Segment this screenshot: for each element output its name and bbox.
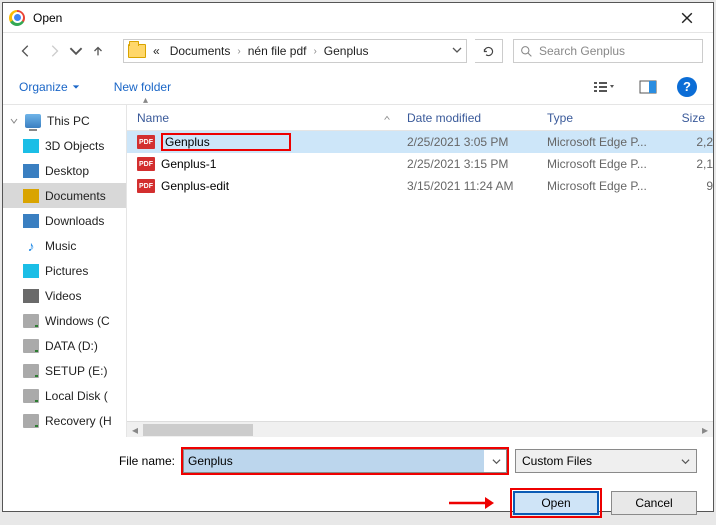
navbar: « Documents › nén file pdf › Genplus Sea…: [3, 33, 713, 69]
pc-icon: [25, 114, 41, 128]
chevron-right-icon: ›: [237, 46, 240, 57]
view-mode-button[interactable]: [589, 76, 619, 98]
documents-icon: [23, 189, 39, 203]
forward-button[interactable]: [41, 38, 67, 64]
preview-pane-button[interactable]: [633, 76, 663, 98]
file-name: Genplus-1: [161, 157, 407, 171]
breadcrumb-item[interactable]: Documents: [167, 44, 234, 58]
sidebar-this-pc[interactable]: This PC: [3, 108, 126, 133]
organize-menu[interactable]: Organize: [19, 80, 80, 94]
filename-input[interactable]: [183, 449, 507, 473]
videos-icon: [23, 289, 39, 303]
file-date: 2/25/2021 3:05 PM: [407, 135, 547, 149]
chevron-down-icon: [681, 457, 690, 466]
pictures-icon: [23, 264, 39, 278]
sidebar-item-music[interactable]: ♪Music: [3, 233, 126, 258]
sidebar-item-drive-local[interactable]: Local Disk (: [3, 383, 126, 408]
sidebar-item-drive-e[interactable]: SETUP (E:): [3, 358, 126, 383]
folder-icon: [128, 44, 146, 58]
cancel-button[interactable]: Cancel: [611, 491, 697, 515]
file-pane: Name Date modified Type Size PDF Genplus…: [127, 105, 713, 437]
file-size: 2,2: [665, 135, 713, 149]
history-dropdown[interactable]: [69, 38, 83, 64]
close-button[interactable]: [667, 4, 707, 32]
file-type: Microsoft Edge P...: [547, 135, 665, 149]
column-size[interactable]: Size: [665, 111, 713, 125]
column-date[interactable]: Date modified: [407, 111, 547, 125]
toolbar: Organize New folder ?: [3, 69, 713, 105]
file-size: 2,1: [665, 157, 713, 171]
search-icon: [520, 45, 533, 58]
file-size: 9: [665, 179, 713, 193]
sidebar-item-videos[interactable]: Videos: [3, 283, 126, 308]
scrollbar-thumb[interactable]: [143, 424, 253, 436]
annotation-arrow-icon: [447, 495, 495, 511]
drive-icon: [23, 314, 39, 328]
refresh-button[interactable]: [475, 39, 503, 63]
drive-icon: [23, 414, 39, 428]
bottom-panel: File name: Custom Files Open Cancel: [3, 437, 713, 525]
sidebar-item-downloads[interactable]: Downloads: [3, 208, 126, 233]
column-name[interactable]: Name: [137, 111, 407, 125]
file-row[interactable]: PDF Genplus-edit 3/15/2021 11:24 AM Micr…: [127, 175, 713, 197]
file-list: PDF Genplus 2/25/2021 3:05 PM Microsoft …: [127, 131, 713, 421]
filetype-select[interactable]: Custom Files: [515, 449, 697, 473]
address-bar[interactable]: « Documents › nén file pdf › Genplus: [123, 39, 467, 63]
back-button[interactable]: [13, 38, 39, 64]
breadcrumb-item[interactable]: Genplus: [321, 44, 372, 58]
pdf-icon: PDF: [137, 179, 155, 193]
scroll-left-icon[interactable]: ◂: [127, 423, 143, 437]
search-input[interactable]: Search Genplus: [513, 39, 703, 63]
column-splitter-icon: ▴: [141, 95, 150, 107]
music-icon: ♪: [23, 239, 39, 253]
column-headers: Name Date modified Type Size: [127, 105, 713, 131]
file-row[interactable]: PDF Genplus 2/25/2021 3:05 PM Microsoft …: [127, 131, 713, 153]
up-button[interactable]: [85, 38, 111, 64]
search-placeholder: Search Genplus: [539, 44, 625, 58]
pdf-icon: PDF: [137, 135, 155, 149]
sidebar-item-3d-objects[interactable]: 3D Objects: [3, 133, 126, 158]
help-button[interactable]: ?: [677, 77, 697, 97]
open-button[interactable]: Open: [513, 491, 599, 515]
desktop-icon: [23, 164, 39, 178]
drive-icon: [23, 389, 39, 403]
sidebar-item-pictures[interactable]: Pictures: [3, 258, 126, 283]
file-row[interactable]: PDF Genplus-1 2/25/2021 3:15 PM Microsof…: [127, 153, 713, 175]
downloads-icon: [23, 214, 39, 228]
file-date: 3/15/2021 11:24 AM: [407, 179, 547, 193]
window-title: Open: [33, 11, 667, 25]
filename-field[interactable]: [184, 450, 484, 472]
drive-icon: [23, 364, 39, 378]
3d-objects-icon: [23, 139, 39, 153]
scroll-right-icon[interactable]: ▸: [697, 423, 713, 437]
sidebar-item-documents[interactable]: Documents: [3, 183, 126, 208]
file-type: Microsoft Edge P...: [547, 157, 665, 171]
new-folder-button[interactable]: New folder: [114, 80, 171, 94]
filetype-label: Custom Files: [522, 454, 592, 468]
file-type: Microsoft Edge P...: [547, 179, 665, 193]
sidebar-item-drive-d[interactable]: DATA (D:): [3, 333, 126, 358]
sidebar: This PC 3D Objects Desktop Documents Dow…: [3, 105, 127, 437]
breadcrumb-item[interactable]: nén file pdf: [245, 44, 310, 58]
sort-indicator-icon: [383, 114, 391, 122]
pdf-icon: PDF: [137, 157, 155, 171]
chrome-icon: [9, 10, 25, 26]
file-name: Genplus: [161, 133, 291, 151]
file-name: Genplus-edit: [161, 179, 407, 193]
open-dialog: Open « Documents › nén file pdf › Genplu…: [2, 2, 714, 512]
address-dropdown[interactable]: [452, 44, 462, 58]
chevron-down-icon: [9, 116, 19, 126]
sidebar-item-desktop[interactable]: Desktop: [3, 158, 126, 183]
horizontal-scrollbar[interactable]: ◂ ▸: [127, 421, 713, 437]
sidebar-item-drive-c[interactable]: Windows (C: [3, 308, 126, 333]
chevron-right-icon: ›: [313, 46, 316, 57]
titlebar: Open: [3, 3, 713, 33]
column-type[interactable]: Type: [547, 111, 665, 125]
filename-label: File name:: [111, 454, 175, 468]
drive-icon: [23, 339, 39, 353]
breadcrumb-prefix: «: [150, 44, 163, 58]
filename-dropdown[interactable]: [486, 450, 506, 472]
file-date: 2/25/2021 3:15 PM: [407, 157, 547, 171]
sidebar-item-drive-recovery[interactable]: Recovery (H: [3, 408, 126, 433]
